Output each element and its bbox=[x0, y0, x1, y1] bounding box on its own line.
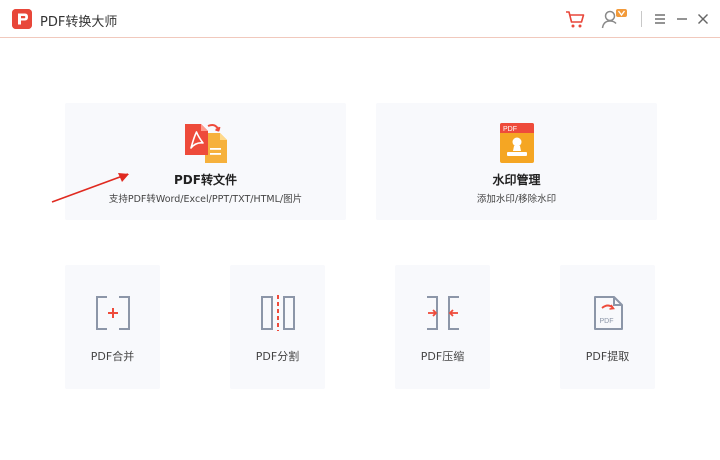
user-vip-icon[interactable] bbox=[600, 7, 628, 31]
watermark-title: 水印管理 bbox=[492, 173, 541, 187]
split-card[interactable]: PDF分割 bbox=[230, 265, 325, 389]
merge-card[interactable]: PDF合并 bbox=[65, 265, 160, 389]
pdf-convert-icon bbox=[181, 121, 231, 165]
app-logo-icon bbox=[12, 9, 32, 29]
cart-icon[interactable] bbox=[563, 7, 587, 31]
compress-card[interactable]: PDF压缩 bbox=[395, 265, 490, 389]
extract-label: PDF提取 bbox=[585, 350, 630, 363]
extract-card[interactable]: PDF PDF提取 bbox=[560, 265, 655, 389]
split-icon bbox=[260, 295, 296, 331]
pdf-convert-card[interactable]: PDF转文件 支持PDF转Word/Excel/PPT/TXT/HTML/图片 bbox=[65, 103, 346, 220]
watermark-icon: PDF bbox=[492, 121, 542, 165]
watermark-card[interactable]: PDF 水印管理 添加水印/移除水印 bbox=[376, 103, 657, 220]
compress-icon bbox=[425, 295, 461, 331]
compress-label: PDF压缩 bbox=[420, 350, 465, 363]
app-title: PDF转换大师 bbox=[40, 15, 118, 30]
watermark-desc: 添加水印/移除水印 bbox=[476, 194, 557, 205]
pdf-convert-desc: 支持PDF转Word/Excel/PPT/TXT/HTML/图片 bbox=[108, 194, 303, 205]
extract-icon: PDF bbox=[590, 295, 626, 331]
titlebar-divider bbox=[641, 11, 642, 27]
pdf-convert-title: PDF转文件 bbox=[174, 173, 237, 187]
merge-icon bbox=[95, 295, 131, 331]
minimize-icon[interactable] bbox=[675, 11, 689, 27]
menu-icon[interactable] bbox=[653, 11, 667, 27]
title-bar: PDF转换大师 bbox=[0, 0, 720, 38]
split-label: PDF分割 bbox=[255, 350, 300, 363]
svg-text:PDF: PDF bbox=[599, 318, 613, 325]
merge-label: PDF合并 bbox=[90, 350, 135, 363]
watermark-icon-badge: PDF bbox=[503, 126, 517, 133]
close-icon[interactable] bbox=[696, 11, 710, 27]
